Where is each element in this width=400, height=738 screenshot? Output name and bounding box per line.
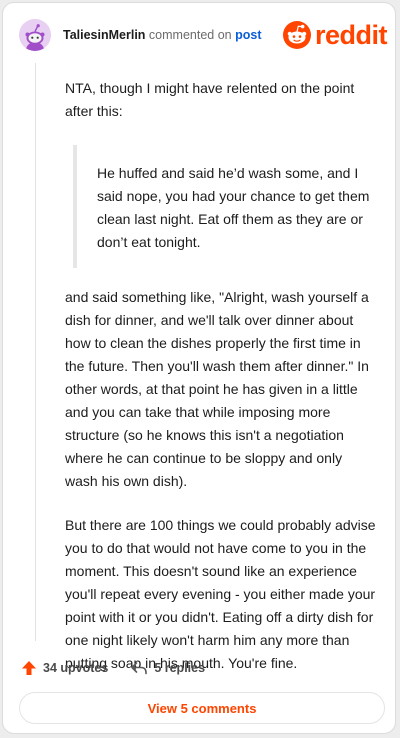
reddit-logo-icon bbox=[282, 21, 311, 49]
comment-intro: NTA, though I might have relented on the… bbox=[65, 80, 355, 119]
reddit-logo[interactable]: reddit bbox=[282, 19, 388, 50]
comment-card: TaliesinMerlin commented on post reddit … bbox=[2, 2, 396, 734]
upvote-arrow-icon bbox=[22, 661, 36, 675]
quote-text: He huffed and said he’d wash some, and I… bbox=[97, 165, 370, 250]
thread-line bbox=[35, 63, 36, 641]
replies-count: 5 replies bbox=[154, 661, 206, 675]
comment-body: NTA, though I might have relented on the… bbox=[65, 77, 377, 675]
comment-paragraph-1: and said something like, "Alright, wash … bbox=[65, 289, 369, 489]
comment-paragraph-2: But there are 100 things we could probab… bbox=[65, 517, 376, 671]
replies-button[interactable]: 5 replies bbox=[130, 660, 205, 676]
upvote-button[interactable]: 34 upvotes bbox=[21, 660, 108, 676]
snoo-avatar-icon[interactable] bbox=[19, 19, 51, 51]
reply-arrow-icon bbox=[131, 662, 148, 675]
comment-meta: TaliesinMerlin commented on post bbox=[63, 28, 261, 42]
post-link[interactable]: post bbox=[235, 28, 261, 42]
reddit-logo-text: reddit bbox=[314, 19, 388, 50]
action-text: commented on bbox=[148, 28, 232, 42]
blockquote: He huffed and said he’d wash some, and I… bbox=[73, 145, 377, 268]
username-link[interactable]: TaliesinMerlin bbox=[63, 28, 145, 42]
comment-header: TaliesinMerlin commented on post reddit bbox=[19, 19, 388, 53]
upvote-count: 34 upvotes bbox=[43, 661, 109, 675]
view-comments-button[interactable]: View 5 comments bbox=[19, 692, 385, 724]
comment-actions: 34 upvotes 5 replies bbox=[21, 657, 205, 679]
